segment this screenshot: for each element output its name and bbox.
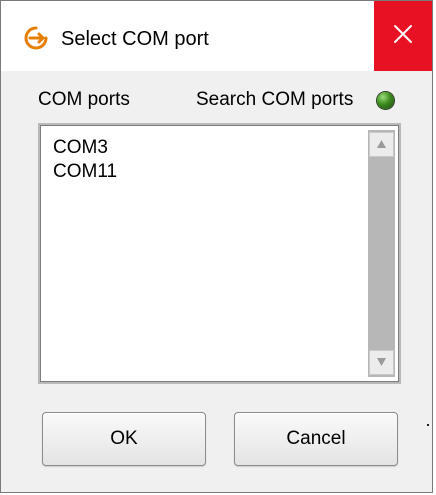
list-item[interactable]: COM11 bbox=[53, 160, 117, 184]
listbox-frame: COM3 COM11 bbox=[40, 125, 399, 382]
triangle-down-icon bbox=[376, 354, 387, 372]
vertical-scrollbar[interactable] bbox=[368, 130, 395, 377]
triangle-up-icon bbox=[376, 136, 387, 154]
search-status-led-icon[interactable] bbox=[377, 92, 394, 109]
close-icon bbox=[392, 23, 414, 50]
com-ports-listbox[interactable]: COM3 COM11 bbox=[38, 123, 401, 384]
app-logo-icon bbox=[23, 25, 49, 51]
com-ports-label: COM ports bbox=[38, 89, 130, 110]
window-title: Select COM port bbox=[61, 28, 209, 50]
scroll-up-button[interactable] bbox=[369, 132, 394, 157]
ok-button[interactable]: OK bbox=[42, 412, 206, 466]
list-item[interactable]: COM3 bbox=[53, 136, 117, 160]
select-com-port-dialog: Select COM port COM ports Search COM por… bbox=[0, 0, 433, 493]
stray-dot bbox=[427, 424, 429, 426]
title-bar[interactable]: Select COM port bbox=[1, 1, 432, 71]
com-ports-list: COM3 COM11 bbox=[53, 136, 117, 184]
scroll-down-button[interactable] bbox=[369, 350, 394, 375]
close-button[interactable] bbox=[374, 1, 432, 71]
search-com-ports-label: Search COM ports bbox=[196, 89, 354, 110]
cancel-button[interactable]: Cancel bbox=[234, 412, 398, 466]
